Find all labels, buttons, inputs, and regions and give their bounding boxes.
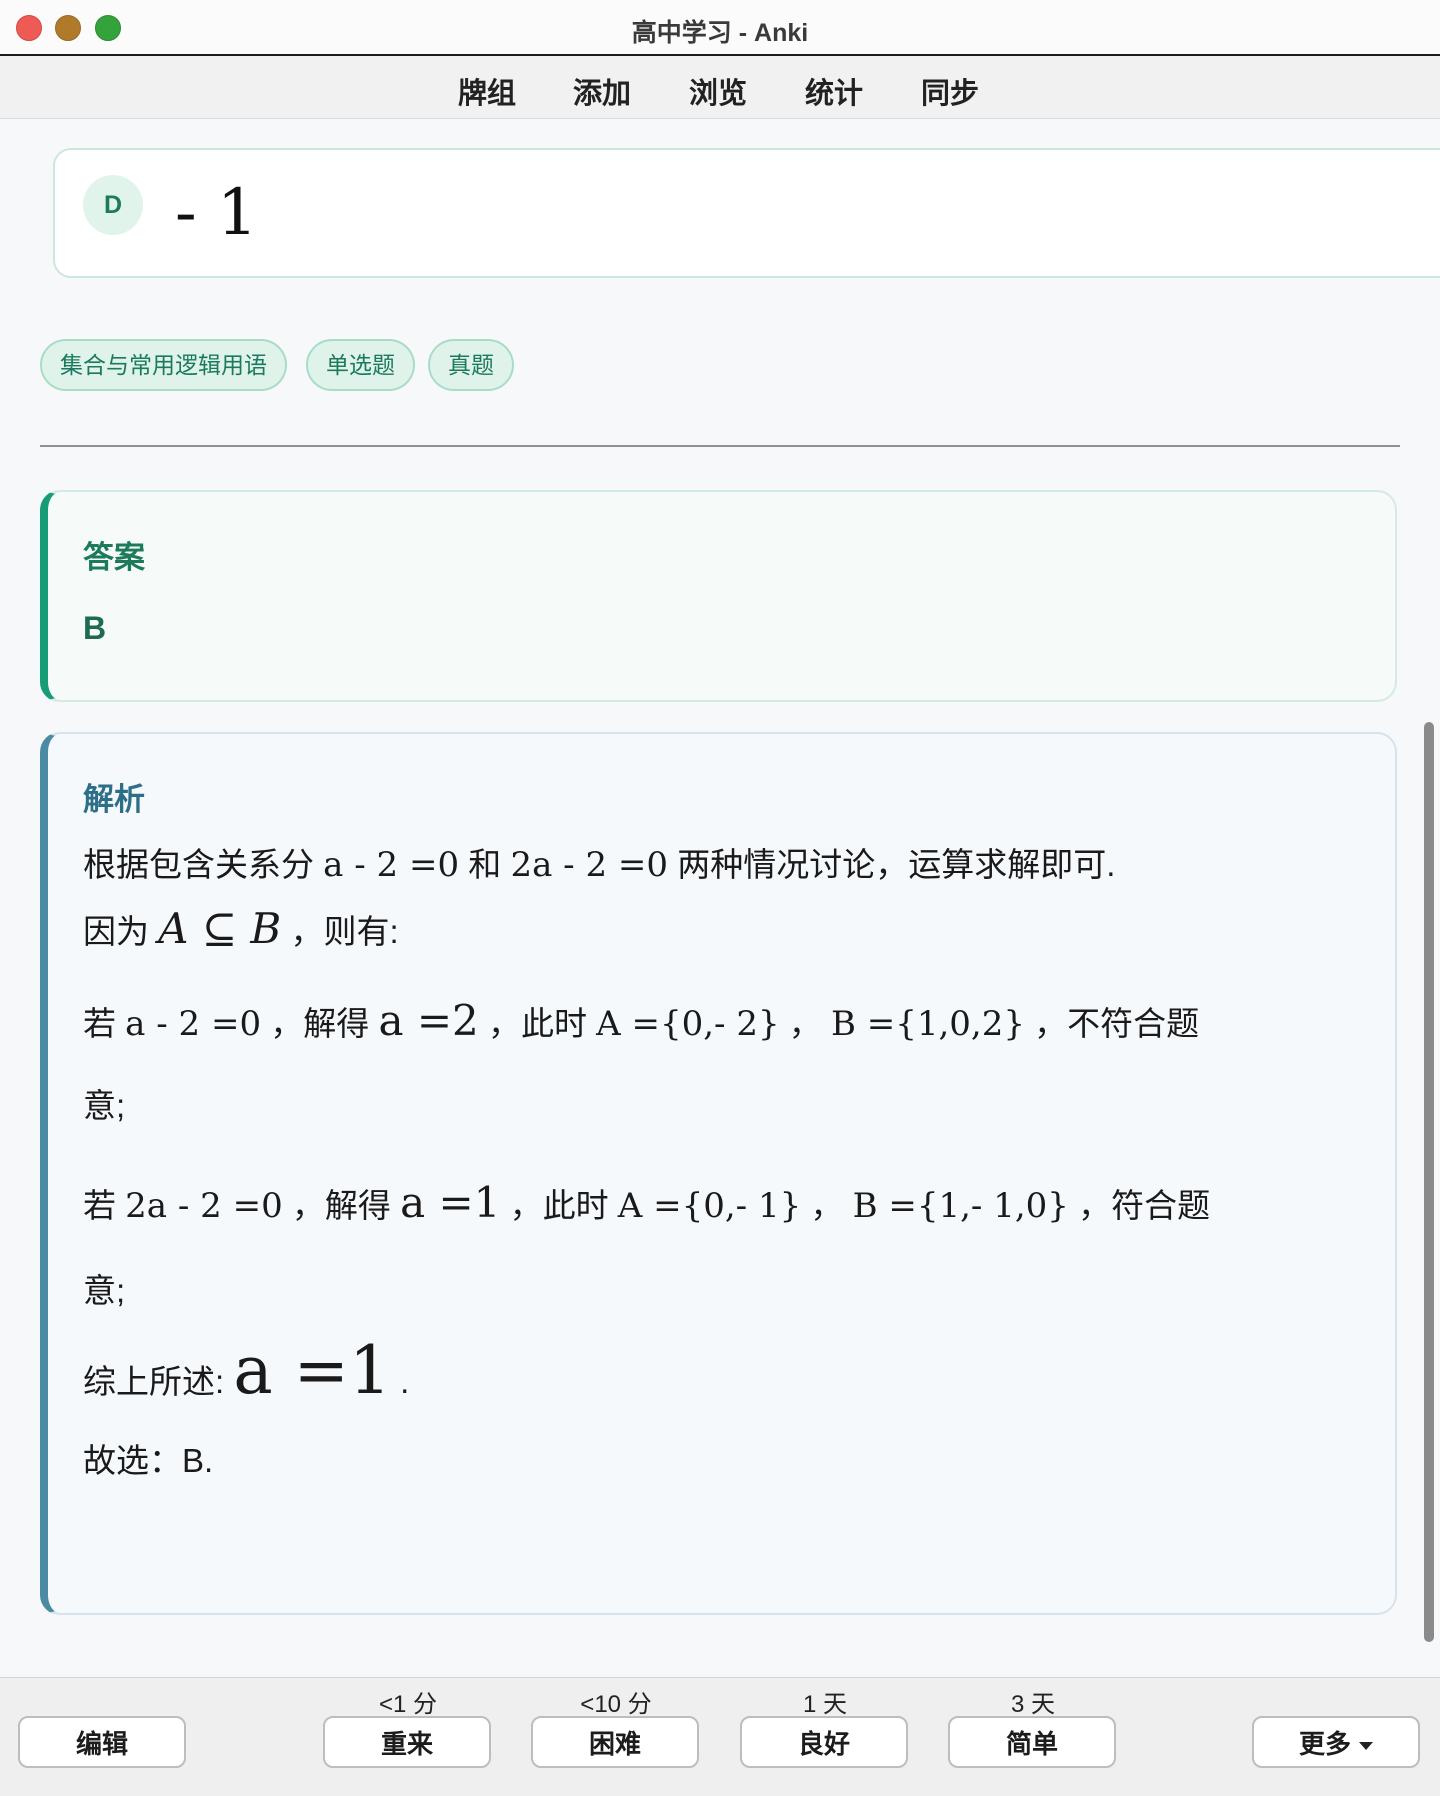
text: 和 (468, 846, 502, 883)
analysis-title: 解析 (83, 782, 145, 817)
analysis-line-6: 故选：B. (83, 1442, 214, 1479)
math-expression: a - 2 =0 (323, 845, 460, 885)
answer-divider (40, 445, 1400, 447)
text: 若 (83, 1187, 116, 1224)
text: 根据包含关系分 (83, 846, 314, 883)
analysis-line-3: 若 a - 2 =0 ，解得 a =2 ，此时 A ={0,- 2} ， B =… (83, 996, 1199, 1045)
nav-decks[interactable]: 牌组 (458, 70, 516, 112)
nav-add[interactable]: 添加 (573, 70, 631, 112)
analysis-line-4: 若 2a - 2 =0 ，解得 a =1 ，此时 A ={0,- 1} ， B … (83, 1178, 1210, 1227)
easy-button[interactable]: 简单 (948, 1716, 1116, 1768)
text: ， (810, 1187, 844, 1224)
hard-interval: <10 分 (580, 1691, 652, 1718)
chevron-down-icon (1359, 1742, 1373, 1751)
math-expression: a =2 (378, 996, 479, 1045)
text: 综上所述: (83, 1363, 225, 1400)
window-title: 高中学习 - Anki (631, 19, 809, 47)
title-bar: 高中学习 - Anki (0, 0, 1440, 56)
text: 若 (83, 1005, 116, 1042)
option-card: D - 1 (53, 148, 1440, 278)
math-expression: A ⊆ B (158, 904, 282, 953)
main-toolbar: 牌组 添加 浏览 统计 同步 (0, 56, 1440, 119)
text: ，此时 (487, 1005, 587, 1042)
answer-value: B (83, 610, 107, 646)
anki-window: 高中学习 - Anki 牌组 添加 浏览 统计 同步 D - 1 集合与常用逻辑… (0, 0, 1440, 1796)
math-expression: A ={0,- 1} (617, 1186, 802, 1226)
text: ，符合题 (1078, 1187, 1211, 1224)
math-expression: a =1 (400, 1178, 501, 1227)
analysis-line-5: 综上所述: a =1 . (83, 1332, 409, 1409)
more-label: 更多 (1298, 1729, 1351, 1759)
text: . (400, 1363, 410, 1400)
nav-stats[interactable]: 统计 (805, 70, 863, 112)
text: ，则有: (290, 913, 399, 950)
nav-sync[interactable]: 同步 (921, 70, 979, 112)
nav-browse[interactable]: 浏览 (689, 70, 747, 112)
analysis-line-3-cont: 意; (83, 1087, 126, 1124)
more-button[interactable]: 更多 (1252, 1716, 1420, 1768)
good-interval: 1 天 (802, 1691, 847, 1718)
text: ，此时 (509, 1187, 609, 1224)
analysis-card: 解析 根据包含关系分 a - 2 =0 和 2a - 2 =0 两种情况讨论，运… (40, 732, 1397, 1615)
analysis-line-2: 因为 A ⊆ B ，则有: (83, 904, 399, 953)
text: ， (788, 1005, 822, 1042)
easy-interval: 3 天 (1010, 1691, 1055, 1718)
math-expression: 2a - 2 =0 (510, 845, 669, 885)
edit-button[interactable]: 编辑 (18, 1716, 186, 1768)
review-bottom-bar: 编辑 <1 分 重来 <10 分 困难 1 天 良好 3 天 简单 更多 (0, 1677, 1440, 1796)
again-interval: <1 分 (378, 1691, 438, 1718)
text: 因为 (83, 913, 149, 950)
analysis-line-4-cont: 意; (83, 1272, 126, 1309)
math-expression: B ={1,- 1,0} (852, 1186, 1069, 1226)
answer-card: 答案 B (40, 490, 1397, 702)
math-expression: B ={1,0,2} (830, 1004, 1025, 1044)
option-text: - 1 (175, 176, 258, 250)
again-button[interactable]: 重来 (323, 1716, 491, 1768)
good-button[interactable]: 良好 (740, 1716, 908, 1768)
hard-button[interactable]: 困难 (531, 1716, 699, 1768)
option-letter-badge: D (83, 175, 143, 235)
answer-title: 答案 (83, 540, 145, 575)
text: ，解得 (270, 1005, 370, 1042)
text: ，不符合题 (1034, 1005, 1200, 1042)
math-expression: a - 2 =0 (125, 1004, 262, 1044)
math-expression: 2a - 2 =0 (125, 1186, 283, 1226)
math-expression: a =1 (233, 1332, 391, 1409)
tag-question-type[interactable]: 单选题 (306, 339, 415, 391)
math-expression: A ={0,- 2} (596, 1004, 780, 1044)
analysis-line-1: 根据包含关系分 a - 2 =0 和 2a - 2 =0 两种情况讨论，运算求解… (83, 838, 1115, 886)
vertical-scrollbar[interactable] (1424, 722, 1434, 1642)
tag-topic[interactable]: 集合与常用逻辑用语 (40, 339, 287, 391)
text: ，解得 (291, 1187, 391, 1224)
card-content: D - 1 集合与常用逻辑用语 单选题 真题 答案 B 解析 根据包含关系分 a… (0, 119, 1440, 1674)
text: 两种情况讨论，运算求解即可. (677, 846, 1116, 883)
tag-real-exam[interactable]: 真题 (428, 339, 514, 391)
